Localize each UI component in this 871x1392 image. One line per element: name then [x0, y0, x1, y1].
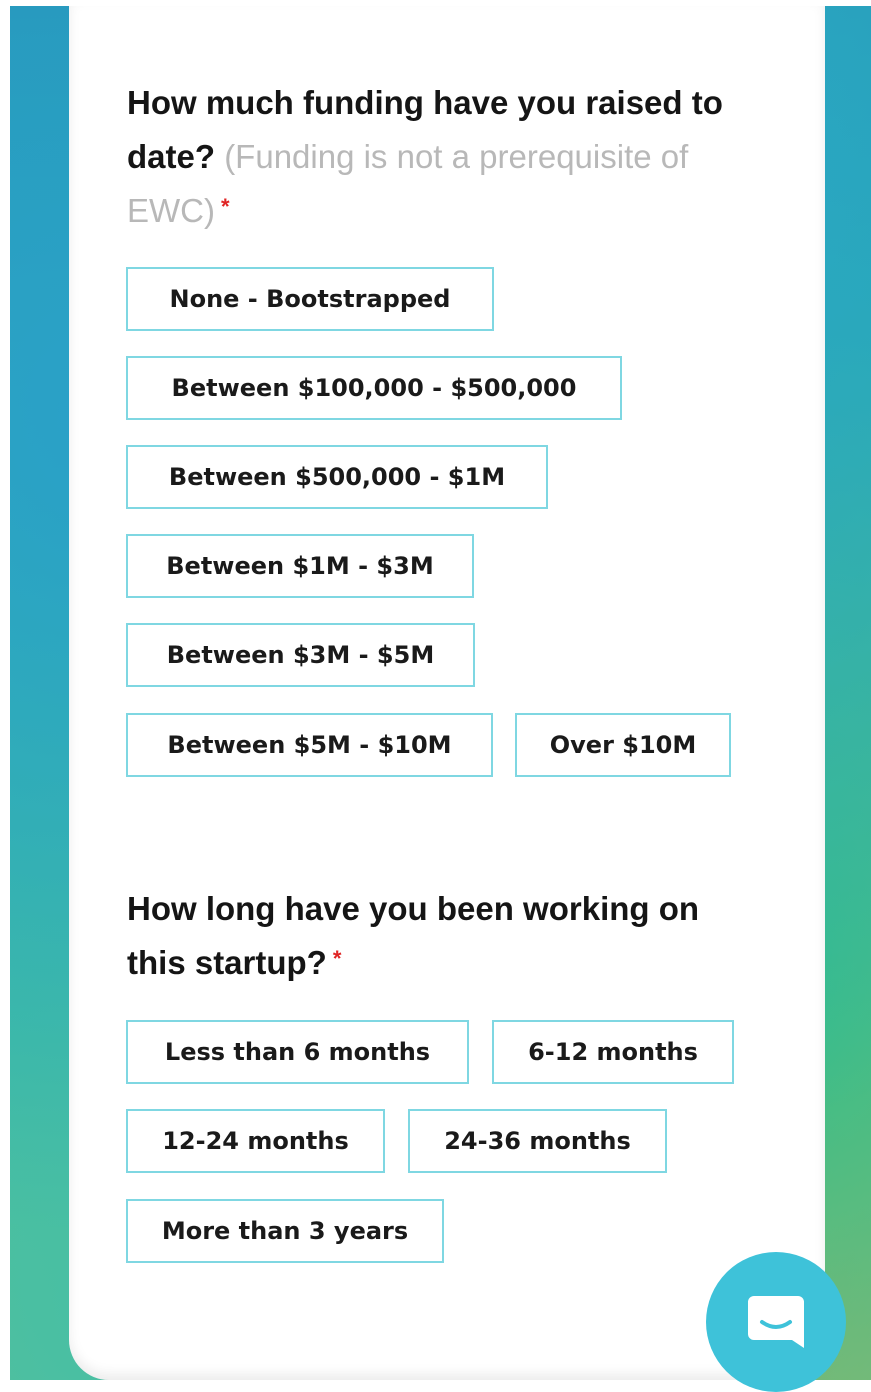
- funding-option-none[interactable]: None - Bootstrapped: [126, 267, 494, 331]
- chat-launcher-button[interactable]: [706, 1252, 846, 1392]
- required-mark: *: [332, 946, 342, 971]
- funding-option-3m-5m[interactable]: Between $3M - $5M: [126, 623, 475, 687]
- duration-option-more-3-years[interactable]: More than 3 years: [126, 1199, 444, 1263]
- duration-option-24-36-months[interactable]: 24-36 months: [408, 1109, 667, 1173]
- duration-question-title: How long have you been working on this s…: [127, 890, 700, 981]
- funding-option-5m-10m[interactable]: Between $5M - $10M: [126, 713, 493, 777]
- funding-question-label: How much funding have you raised to date…: [127, 76, 747, 238]
- duration-option-6-12-months[interactable]: 6-12 months: [492, 1020, 734, 1084]
- funding-option-500k-1m[interactable]: Between $500,000 - $1M: [126, 445, 548, 509]
- duration-question-label: How long have you been working on this s…: [127, 882, 747, 990]
- funding-option-100k-500k[interactable]: Between $100,000 - $500,000: [126, 356, 622, 420]
- duration-option-12-24-months[interactable]: 12-24 months: [126, 1109, 385, 1173]
- funding-option-1m-3m[interactable]: Between $1M - $3M: [126, 534, 474, 598]
- duration-option-less-6-months[interactable]: Less than 6 months: [126, 1020, 469, 1084]
- required-mark: *: [220, 194, 230, 219]
- chat-icon: [748, 1296, 804, 1348]
- funding-option-over-10m[interactable]: Over $10M: [515, 713, 731, 777]
